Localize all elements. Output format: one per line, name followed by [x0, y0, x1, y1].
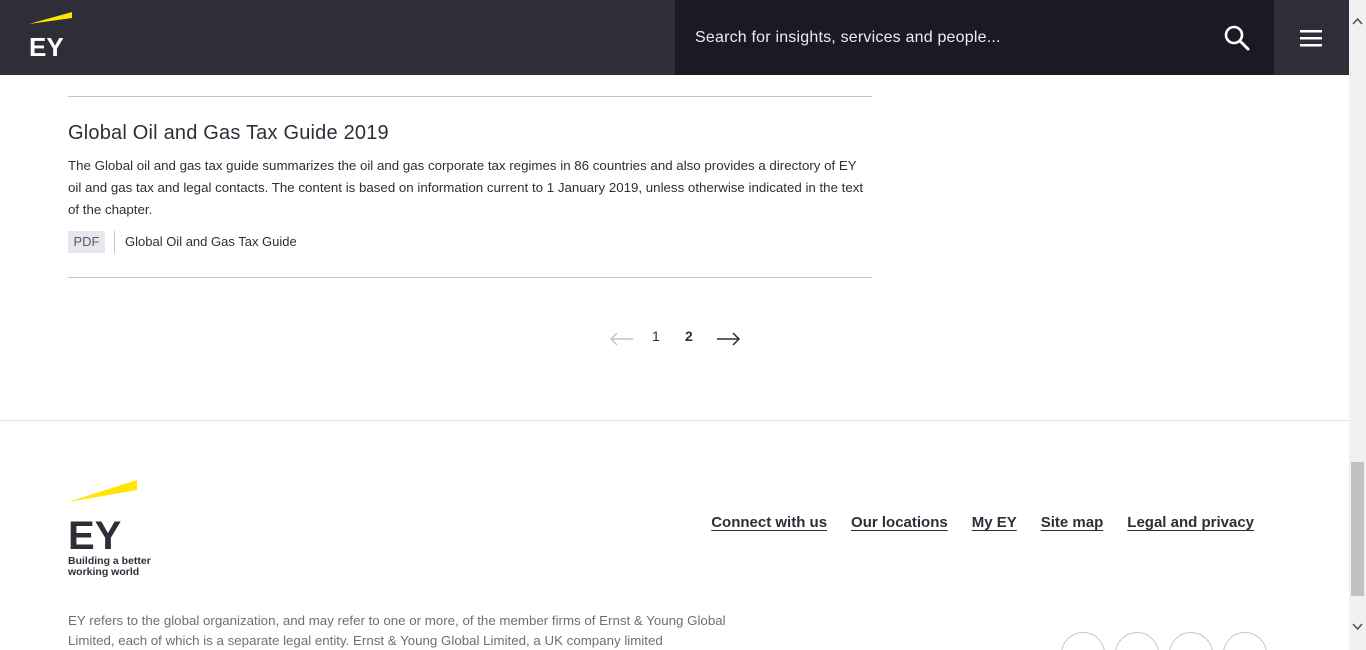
footer-link-site-map[interactable]: Site map: [1041, 514, 1104, 531]
page-1-link[interactable]: 1: [652, 328, 660, 350]
footer-legal-text: EY refers to the global organization, an…: [68, 613, 726, 648]
article-title-link[interactable]: Global Oil and Gas Tax Guide 2019: [68, 122, 389, 145]
scrollbar-thumb[interactable]: [1351, 462, 1364, 596]
footer-link-connect[interactable]: Connect with us: [711, 514, 827, 531]
facebook-icon[interactable]: [1061, 632, 1105, 650]
divider: [68, 277, 872, 278]
search-icon[interactable]: [1221, 22, 1253, 54]
scroll-down-arrow-icon[interactable]: [1349, 612, 1366, 650]
footer-link-locations[interactable]: Our locations: [851, 514, 948, 531]
footer-link-legal[interactable]: Legal and privacy: [1127, 514, 1254, 531]
article-description: The Global oil and gas tax guide summari…: [68, 158, 864, 217]
footer-links: Connect with us Our locations My EY Site…: [711, 514, 1254, 531]
search-bar: [675, 0, 1274, 75]
twitter-icon[interactable]: [1169, 632, 1213, 650]
footer-link-my-ey[interactable]: My EY: [972, 514, 1017, 531]
youtube-icon[interactable]: [1223, 632, 1267, 650]
svg-text:EY: EY: [29, 32, 64, 60]
site-header: EY: [0, 0, 1349, 75]
scroll-up-arrow-icon[interactable]: [1349, 0, 1366, 40]
linkedin-icon[interactable]: [1115, 632, 1159, 650]
footer-tagline: Building a better working world: [68, 555, 151, 578]
file-type-badge: PDF: [68, 231, 105, 253]
tag-separator: [114, 231, 115, 253]
ey-logo: EY: [29, 12, 72, 60]
previous-page-arrow-icon: [609, 332, 633, 346]
search-input[interactable]: [695, 0, 1215, 75]
page-2-current: 2: [685, 328, 693, 344]
svg-text:EY: EY: [68, 514, 122, 558]
hamburger-menu-icon[interactable]: [1291, 22, 1331, 54]
divider: [68, 96, 872, 97]
next-page-arrow-icon[interactable]: [714, 328, 742, 350]
guide-tag-link[interactable]: Global Oil and Gas Tax Guide: [125, 234, 297, 249]
page-scrollbar[interactable]: [1349, 0, 1366, 650]
footer-divider: [0, 420, 1349, 421]
